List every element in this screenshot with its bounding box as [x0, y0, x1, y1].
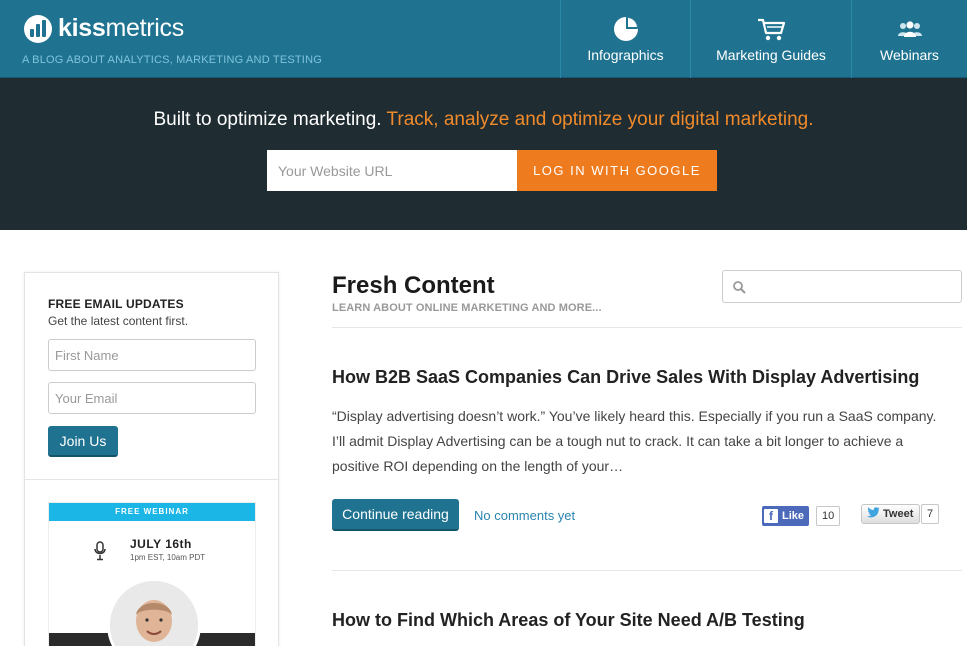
sidebar-divider — [25, 479, 278, 480]
nav-infographics-label: Infographics — [587, 47, 664, 63]
search-icon — [732, 280, 746, 299]
webinar-time: 1pm EST, 10am PDT — [130, 553, 206, 562]
signup-subtitle: Get the latest content first. — [48, 314, 189, 328]
login-with-google-button[interactable]: LOG IN WITH GOOGLE — [517, 150, 717, 191]
logo-text: kissmetrics — [58, 14, 184, 42]
shopping-cart-icon — [756, 15, 786, 43]
comments-link[interactable]: No comments yet — [474, 508, 575, 523]
webinar-promo[interactable]: FREE WEBINAR JULY 16th 1pm EST, 10am PDT — [48, 502, 256, 646]
hero-headline: Built to optimize marketing. Track, anal… — [0, 109, 967, 131]
microphone-icon — [94, 541, 106, 566]
email-field[interactable] — [48, 382, 256, 414]
divider — [332, 327, 962, 328]
section-subtitle: LEARN ABOUT ONLINE MARKETING AND MORE... — [332, 302, 602, 314]
tagline: A BLOG ABOUT ANALYTICS, MARKETING AND TE… — [22, 54, 322, 66]
main-nav: Infographics Marketing Guides Webinars — [560, 0, 967, 78]
post-title[interactable]: How to Find Which Areas of Your Site Nee… — [332, 610, 805, 631]
facebook-like-button[interactable]: f Like — [762, 506, 810, 526]
webinar-date: JULY 16th — [130, 537, 192, 551]
tweet-button[interactable]: Tweet — [861, 504, 921, 524]
people-icon — [896, 15, 924, 43]
continue-reading-button[interactable]: Continue reading — [332, 499, 459, 531]
join-us-button[interactable]: Join Us — [48, 426, 118, 457]
post-title[interactable]: How B2B SaaS Companies Can Drive Sales W… — [332, 367, 919, 388]
post-excerpt: “Display advertising doesn’t work.” You’… — [332, 408, 937, 474]
site-header: kissmetrics A BLOG ABOUT ANALYTICS, MARK… — [0, 0, 967, 78]
logo[interactable]: kissmetrics — [24, 14, 184, 43]
tweet-label: Tweet — [883, 508, 914, 520]
nav-infographics[interactable]: Infographics — [560, 0, 690, 78]
like-count: 10 — [816, 506, 841, 526]
nav-webinars[interactable]: Webinars — [851, 0, 967, 78]
facebook-icon: f — [764, 509, 778, 523]
website-url-input[interactable] — [267, 150, 517, 191]
tweet-count: 7 — [921, 504, 940, 524]
pie-chart-icon — [612, 15, 640, 43]
twitter-bird-icon — [866, 507, 880, 521]
first-name-field[interactable] — [48, 339, 256, 371]
hero-banner: Built to optimize marketing. Track, anal… — [0, 78, 967, 230]
logo-bars-icon — [24, 14, 52, 43]
search-input[interactable] — [722, 270, 962, 303]
nav-webinars-label: Webinars — [880, 47, 939, 63]
email-signup-sidebar: FREE EMAIL UPDATES Get the latest conten… — [24, 272, 279, 646]
nav-marketing-guides[interactable]: Marketing Guides — [690, 0, 851, 78]
hero-headline-orange: Track, analyze and optimize your digital… — [386, 109, 814, 130]
like-label: Like — [782, 510, 805, 522]
nav-marketing-guides-label: Marketing Guides — [716, 47, 826, 63]
webinar-strip: FREE WEBINAR — [49, 503, 255, 521]
divider — [332, 570, 962, 571]
presenter-avatar — [107, 578, 201, 646]
signup-title: FREE EMAIL UPDATES — [48, 297, 184, 311]
section-title: Fresh Content — [332, 272, 495, 299]
hero-headline-white: Built to optimize marketing. — [153, 109, 382, 130]
